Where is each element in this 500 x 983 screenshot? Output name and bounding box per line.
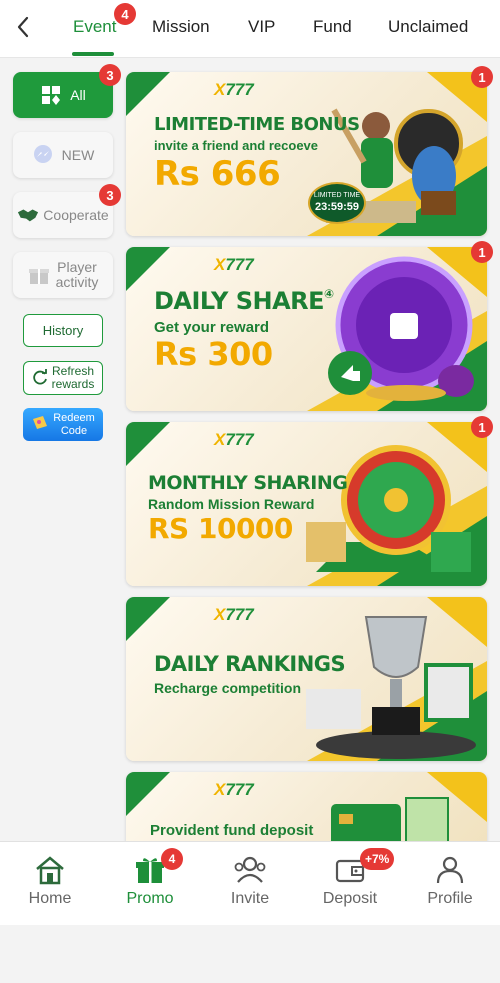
redeem-code-button[interactable]: Redeem Code bbox=[23, 408, 103, 441]
nav-invite-label: Invite bbox=[230, 890, 270, 907]
refresh-icon bbox=[32, 368, 48, 388]
banner-title: Provident fund deposit bbox=[150, 822, 314, 839]
countdown-timer: LIMITED TIME 23:59:59 bbox=[308, 182, 366, 224]
banner-subtitle: invite a friend and recoeve bbox=[154, 138, 319, 153]
nav-profile-label: Profile bbox=[427, 890, 473, 907]
nav-promo-badge: 4 bbox=[161, 848, 183, 870]
banner-provident-fund[interactable]: X777 Provident fund deposit bbox=[126, 772, 487, 844]
nav-profile[interactable]: Profile bbox=[405, 854, 495, 908]
banner-subtitle: Get your reward bbox=[154, 319, 270, 336]
x777-logo: X777 bbox=[214, 605, 254, 624]
active-tab-indicator bbox=[72, 52, 114, 56]
history-button-label: History bbox=[42, 323, 84, 338]
banner-badge: 1 bbox=[471, 416, 493, 438]
category-player-activity-label: Player activity bbox=[55, 259, 99, 290]
top-tab-bar: Event 4 Mission VIP Fund Unclaimed bbox=[0, 0, 500, 58]
banner-badge: 1 bbox=[471, 241, 493, 263]
bottom-navigation: Home Promo 4 Invite Deposit +7% Profile bbox=[0, 841, 500, 925]
banner-limited-time-bonus[interactable]: X777 LIMITED-TIME BONUS invite a friend … bbox=[126, 66, 493, 236]
banner-title: DAILY RANKINGS bbox=[154, 652, 346, 676]
banner-amount: Rs 300 bbox=[154, 335, 273, 373]
banner-subtitle: Random Mission Reward bbox=[148, 496, 315, 512]
refresh-rewards-button[interactable]: Refresh rewards bbox=[23, 361, 103, 395]
nav-home-label: Home bbox=[28, 890, 72, 907]
history-button[interactable]: History bbox=[23, 314, 103, 347]
banner-badge: 1 bbox=[471, 66, 493, 88]
messenger-icon bbox=[32, 144, 54, 166]
refresh-rewards-label: Refresh rewards bbox=[51, 364, 95, 391]
nav-home[interactable]: Home bbox=[5, 854, 95, 908]
category-cooperate-label: Cooperate bbox=[43, 207, 109, 223]
category-new[interactable]: NEW bbox=[13, 132, 113, 178]
banner-daily-share[interactable]: X777 DAILY SHARE④ Get your reward Rs 300… bbox=[126, 241, 493, 411]
category-player-activity[interactable]: Player activity bbox=[13, 252, 113, 298]
trophy-illustration bbox=[306, 616, 476, 759]
category-new-label: NEW bbox=[61, 147, 95, 163]
credit-card-illustration bbox=[331, 797, 449, 844]
tab-mission[interactable]: Mission bbox=[152, 17, 210, 37]
x777-logo: X777 bbox=[214, 430, 254, 449]
handshake-icon bbox=[17, 204, 39, 226]
home-icon bbox=[5, 854, 95, 886]
nav-deposit-badge: +7% bbox=[360, 848, 395, 870]
ticket-icon bbox=[31, 414, 49, 436]
nav-deposit-label: Deposit bbox=[322, 890, 378, 907]
gift-icon bbox=[28, 264, 50, 286]
nav-promo[interactable]: Promo 4 bbox=[105, 848, 195, 908]
banner-title: LIMITED-TIME BONUS bbox=[154, 114, 360, 135]
banner-monthly-sharing[interactable]: X777 MONTHLY SHARING Random Mission Rewa… bbox=[126, 416, 493, 586]
category-cooperate-badge: 3 bbox=[99, 184, 121, 206]
banner-amount: RS 10000 bbox=[148, 512, 293, 545]
banner-daily-rankings[interactable]: X777 DAILY RANKINGS Recharge competition bbox=[126, 597, 487, 761]
category-cooperate[interactable]: Cooperate 3 bbox=[13, 184, 121, 238]
x777-logo: X777 bbox=[214, 80, 254, 99]
tab-unclaimed[interactable]: Unclaimed bbox=[388, 17, 468, 37]
tab-event[interactable]: Event bbox=[73, 17, 116, 37]
banner-subtitle: Recharge competition bbox=[154, 680, 302, 696]
tab-event-badge: 4 bbox=[114, 3, 136, 25]
x777-logo: X777 bbox=[214, 255, 254, 274]
banner-title: MONTHLY SHARING bbox=[148, 472, 348, 494]
redeem-code-label: Redeem Code bbox=[53, 411, 95, 437]
users-icon bbox=[205, 854, 295, 886]
x777-logo: X777 bbox=[214, 780, 254, 799]
prize-wheel-illustration bbox=[328, 256, 474, 401]
banner-title: DAILY SHARE④ bbox=[154, 287, 334, 315]
promo-page: { "tabs": [ {"label": "Event", "active":… bbox=[0, 0, 500, 983]
nav-deposit[interactable]: Deposit +7% bbox=[305, 848, 395, 908]
category-all-label: All bbox=[70, 87, 86, 103]
person-icon bbox=[405, 854, 495, 886]
nav-promo-label: Promo bbox=[126, 890, 174, 907]
category-all-badge: 3 bbox=[99, 64, 121, 86]
nav-invite[interactable]: Invite bbox=[205, 854, 295, 908]
back-arrow-icon[interactable] bbox=[10, 12, 36, 42]
tab-fund[interactable]: Fund bbox=[313, 17, 352, 37]
grid-icon bbox=[40, 84, 62, 106]
category-all[interactable]: All 3 bbox=[13, 64, 121, 118]
money-wheel-illustration bbox=[306, 445, 471, 572]
tab-vip[interactable]: VIP bbox=[248, 17, 275, 37]
system-area bbox=[0, 925, 500, 983]
banner-amount: Rs 666 bbox=[154, 154, 281, 194]
